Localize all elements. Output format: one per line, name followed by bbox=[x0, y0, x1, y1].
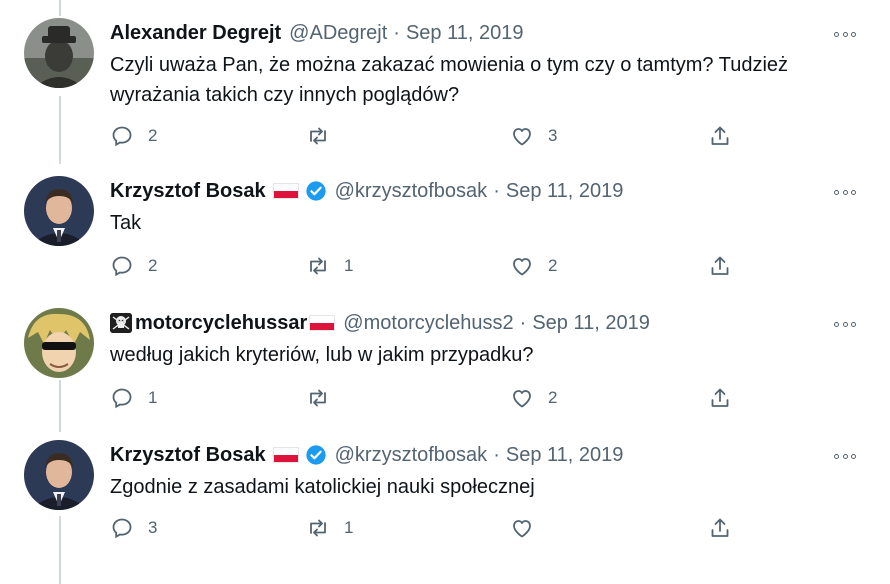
reply-button[interactable]: 2 bbox=[110, 252, 157, 280]
avatar[interactable] bbox=[24, 308, 94, 378]
reply-icon bbox=[112, 388, 132, 409]
like-icon bbox=[513, 390, 531, 408]
reply-icon bbox=[112, 256, 132, 277]
thread-line bbox=[59, 516, 61, 584]
author-name[interactable]: motorcyclehussar bbox=[135, 312, 307, 335]
like-icon bbox=[513, 520, 531, 538]
retweet-icon bbox=[310, 389, 326, 407]
tweet-header: Krzysztof Bosak @krzysztofbosak · Sep 11… bbox=[110, 440, 623, 470]
reply-button[interactable]: 1 bbox=[110, 384, 157, 412]
reply-count: 2 bbox=[148, 256, 158, 275]
author-handle[interactable]: @krzysztofbosak bbox=[335, 180, 488, 203]
tweet-text: według jakich kryteriów, lub w jakim prz… bbox=[110, 344, 534, 366]
retweet-icon bbox=[310, 519, 326, 537]
share-button[interactable] bbox=[708, 514, 732, 542]
tweet-date[interactable]: Sep 11, 2019 bbox=[532, 312, 650, 335]
share-icon bbox=[711, 388, 729, 407]
skull-icon bbox=[110, 313, 132, 333]
tweet-date[interactable]: Sep 11, 2019 bbox=[506, 444, 624, 467]
author-name[interactable]: Krzysztof Bosak bbox=[110, 444, 266, 467]
reply-icon bbox=[112, 518, 132, 539]
like-button[interactable]: 2 bbox=[510, 252, 557, 280]
thread-line bbox=[59, 380, 61, 432]
verified-icon bbox=[305, 444, 327, 466]
share-icon bbox=[711, 256, 729, 275]
tweet-header: motorcyclehussar @motorcyclehuss2 · Sep … bbox=[110, 308, 650, 338]
share-icon bbox=[711, 518, 729, 537]
retweet-button[interactable] bbox=[306, 384, 344, 412]
flag-icon bbox=[309, 315, 336, 331]
share-button[interactable] bbox=[708, 384, 732, 412]
author-handle[interactable]: @krzysztofbosak bbox=[335, 444, 488, 467]
author-name[interactable]: Krzysztof Bosak bbox=[110, 180, 266, 203]
tweet-actions: 1 2 bbox=[110, 384, 750, 412]
flag-icon bbox=[272, 183, 299, 199]
more-icon[interactable] bbox=[834, 182, 856, 202]
retweet-count: 1 bbox=[344, 256, 354, 275]
retweet-icon bbox=[310, 257, 326, 275]
tweet-header: Krzysztof Bosak @krzysztofbosak · Sep 11… bbox=[110, 176, 623, 206]
tweet-text: Zgodnie z zasadami katolickiej nauki spo… bbox=[110, 476, 535, 498]
like-button[interactable] bbox=[510, 514, 548, 542]
tweet-actions: 3 1 bbox=[110, 514, 750, 542]
reply-count: 1 bbox=[148, 388, 158, 407]
reply-count: 3 bbox=[148, 518, 158, 537]
retweet-button[interactable]: 1 bbox=[306, 252, 353, 280]
verified-icon bbox=[305, 180, 327, 202]
reply-button[interactable]: 3 bbox=[110, 514, 157, 542]
author-handle[interactable]: @motorcyclehuss2 bbox=[343, 312, 513, 335]
separator: · bbox=[493, 443, 500, 466]
like-button[interactable]: 2 bbox=[510, 384, 557, 412]
flag-icon bbox=[272, 447, 299, 463]
avatar[interactable] bbox=[24, 440, 94, 510]
like-count: 2 bbox=[548, 388, 558, 407]
retweet-button[interactable]: 1 bbox=[306, 514, 353, 542]
like-count: 2 bbox=[548, 256, 558, 275]
separator: · bbox=[519, 311, 527, 334]
more-icon[interactable] bbox=[834, 446, 856, 466]
more-icon[interactable] bbox=[834, 314, 856, 334]
share-button[interactable] bbox=[708, 252, 732, 280]
like-icon bbox=[513, 258, 531, 276]
avatar[interactable] bbox=[24, 176, 94, 246]
retweet-count: 1 bbox=[344, 518, 354, 537]
tweet-date[interactable]: Sep 11, 2019 bbox=[506, 180, 624, 203]
tweet-text: Tak bbox=[110, 212, 142, 234]
separator: · bbox=[493, 179, 500, 202]
tweet-actions: 2 1 2 bbox=[110, 252, 750, 280]
tweet[interactable]: Krzysztof Bosak @krzysztofbosak · Sep 11… bbox=[0, 0, 890, 539]
